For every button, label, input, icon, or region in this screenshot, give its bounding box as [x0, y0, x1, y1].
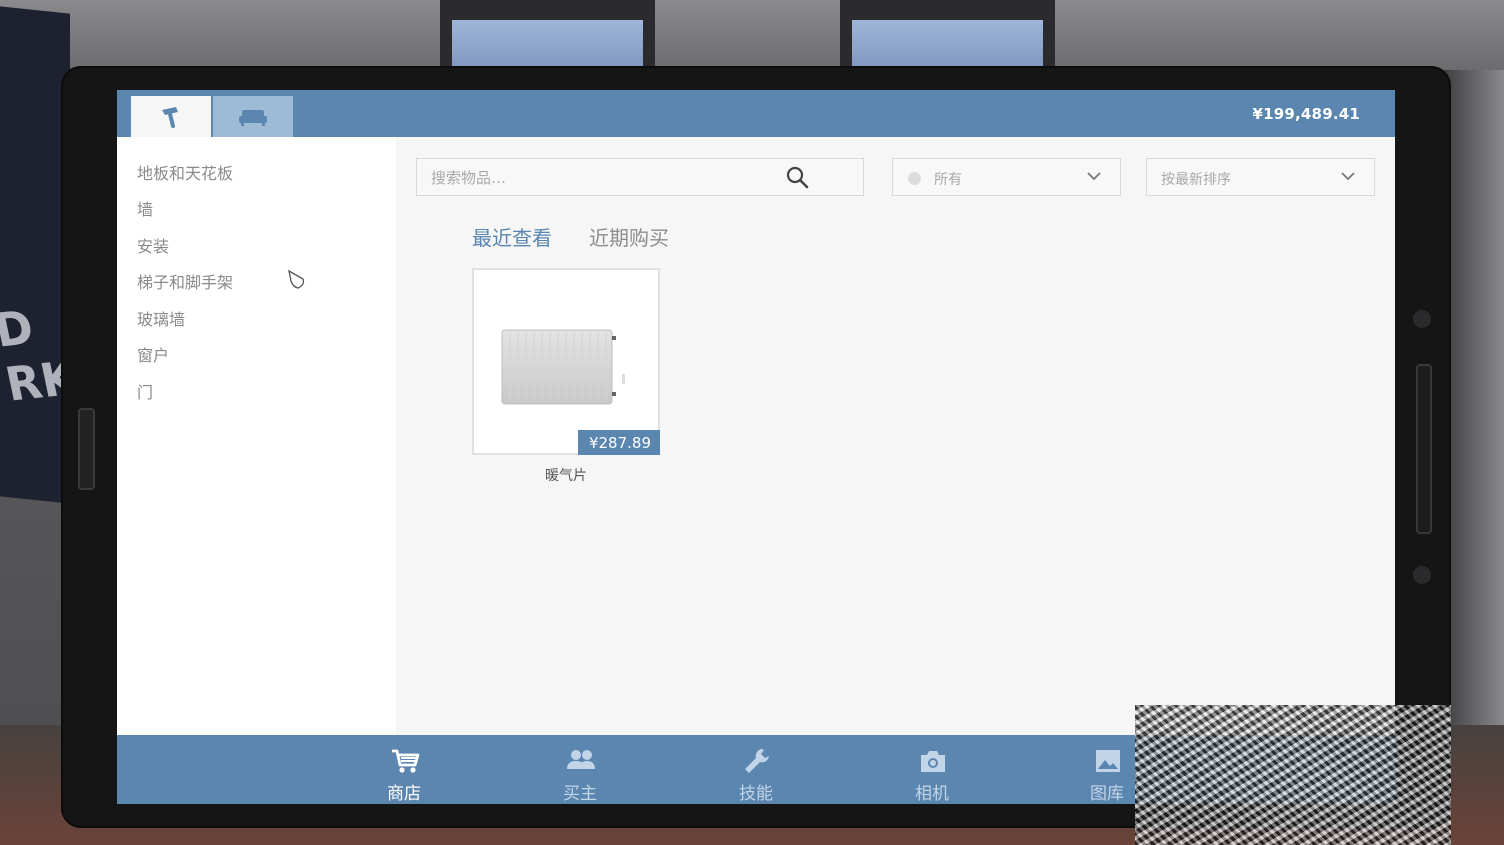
filter-dropdown[interactable]: 所有 — [892, 158, 1121, 196]
tablet-side-button-left — [78, 408, 95, 490]
nav-skills-label: 技能 — [739, 784, 773, 804]
category-sidebar: 地板和天花板 墙 安装 梯子和脚手架 玻璃墙 窗户 门 — [117, 137, 396, 735]
category-floor-ceiling[interactable]: 地板和天花板 — [137, 160, 233, 184]
paint-roller-icon — [162, 106, 178, 128]
camera-icon — [921, 751, 945, 772]
item-card[interactable]: ¥287.89 — [472, 268, 660, 455]
category-doors[interactable]: 门 — [137, 379, 153, 403]
balance-display: ¥199,489.41 — [1252, 105, 1360, 123]
nav-buyers-label: 买主 — [563, 784, 597, 804]
tab-furniture[interactable] — [213, 96, 293, 137]
noise-overlay — [1135, 705, 1451, 845]
window-left — [440, 0, 655, 70]
filter-color-dot — [908, 172, 921, 185]
subtab-recently-viewed[interactable]: 最近查看 — [472, 222, 552, 251]
category-walls[interactable]: 墙 — [137, 196, 153, 220]
tablet-screen: ¥199,489.41 地板和天花板 墙 安装 梯子和脚手架 玻璃墙 窗户 门 … — [117, 90, 1395, 804]
radiator-image — [501, 329, 625, 405]
item-price-badge: ¥287.89 — [577, 430, 660, 455]
chevron-down-icon — [1341, 172, 1355, 181]
subtab-recent-purchases[interactable]: 近期购买 — [589, 222, 669, 251]
category-windows[interactable]: 窗户 — [137, 342, 169, 366]
search-box[interactable] — [416, 158, 864, 197]
top-bar: ¥199,489.41 — [117, 90, 1395, 137]
tab-tools[interactable] — [131, 96, 211, 137]
search-input[interactable] — [429, 159, 793, 197]
wall-banner: D RK — [0, 6, 82, 504]
nav-shop[interactable]: 商店 — [354, 735, 454, 804]
tablet-side-button-right — [1416, 364, 1432, 534]
item-name: 暖气片 — [545, 468, 587, 484]
tablet-sensor-top — [1413, 310, 1431, 328]
category-glass-walls[interactable]: 玻璃墙 — [137, 306, 185, 330]
sort-selected-label: 按最新排序 — [1161, 172, 1231, 188]
nav-buyers[interactable]: 买主 — [530, 735, 630, 804]
shop-main-panel: 所有 按最新排序 最近查看 近期购买 — [396, 137, 1395, 735]
sofa-icon — [239, 109, 267, 126]
nav-skills[interactable]: 技能 — [706, 735, 806, 804]
category-ladders-scaffolding[interactable]: 梯子和脚手架 — [137, 269, 233, 293]
nav-camera[interactable]: 相机 — [882, 735, 982, 804]
cart-icon — [392, 749, 420, 773]
ceiling — [0, 0, 1504, 70]
nav-camera-label: 相机 — [915, 784, 949, 804]
image-icon — [1096, 750, 1120, 772]
chevron-down-icon — [1087, 172, 1101, 181]
mouse-cursor-icon — [288, 269, 305, 289]
window-right — [840, 0, 1055, 70]
category-installation[interactable]: 安装 — [137, 233, 169, 257]
tablet-sensor-bottom — [1413, 566, 1431, 584]
sort-dropdown[interactable]: 按最新排序 — [1146, 158, 1375, 196]
nav-shop-label: 商店 — [387, 784, 421, 804]
people-icon — [567, 750, 595, 769]
wrench-icon — [745, 749, 769, 773]
search-icon[interactable] — [785, 165, 809, 189]
filter-selected-label: 所有 — [934, 172, 962, 188]
